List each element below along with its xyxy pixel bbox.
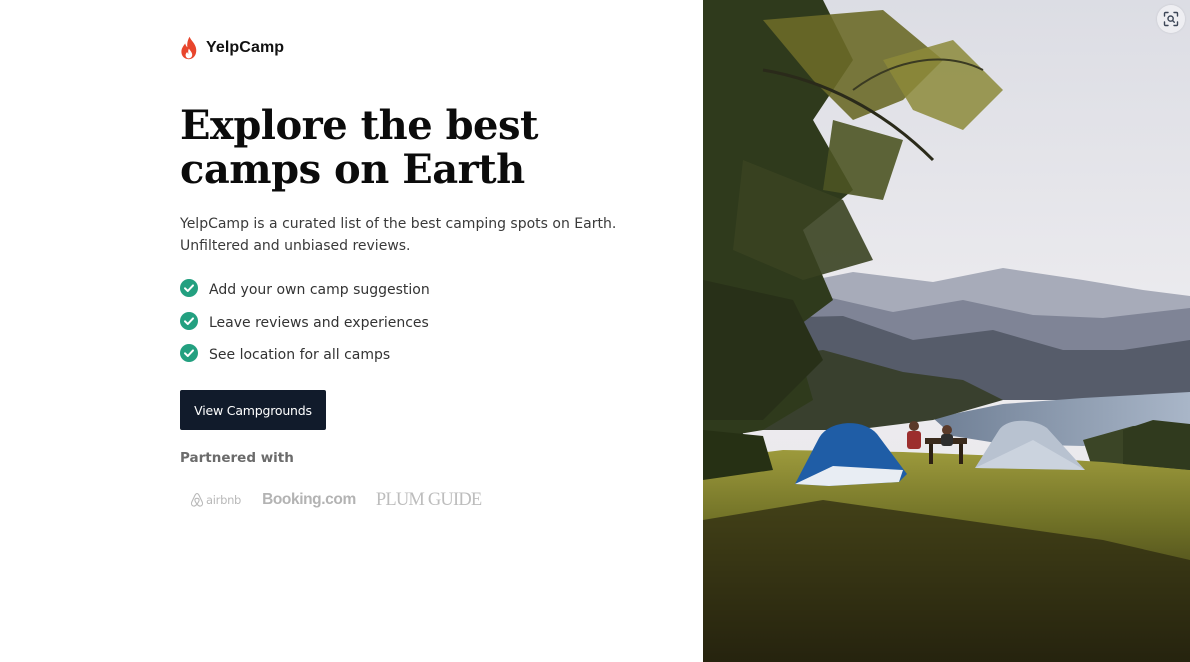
flame-icon xyxy=(181,36,197,60)
airbnb-icon xyxy=(190,492,204,507)
list-item: See location for all camps xyxy=(180,339,430,372)
partners-heading: Partnered with xyxy=(180,450,294,466)
description-line: Unfiltered and unbiased reviews. xyxy=(180,238,411,254)
feature-label: See location for all camps xyxy=(209,347,391,364)
feature-label: Add your own camp suggestion xyxy=(209,282,430,299)
headline-line: Explore the best xyxy=(180,102,538,149)
check-circle-icon xyxy=(180,279,198,298)
description-line: YelpCamp is a curated list of the best c… xyxy=(180,216,617,232)
check-circle-icon xyxy=(180,311,198,330)
visual-search-icon xyxy=(1163,11,1179,27)
booking-logo: Booking.com xyxy=(262,491,356,508)
landing-page: YelpCamp Explore the best camps on Earth… xyxy=(0,0,1190,662)
headline-line: camps on Earth xyxy=(180,146,525,193)
brand-name: YelpCamp xyxy=(206,39,285,56)
visual-search-button[interactable] xyxy=(1157,5,1185,33)
view-campgrounds-button[interactable]: View Campgrounds xyxy=(180,390,326,430)
airbnb-wordmark: airbnb xyxy=(206,493,242,507)
feature-label: Leave reviews and experiences xyxy=(209,314,429,331)
feature-list: Add your own camp suggestion Leave revie… xyxy=(180,274,430,372)
hero-image xyxy=(703,0,1190,662)
page-title: Explore the best camps on Earth xyxy=(180,104,660,192)
plum-guide-logo: PLUM GUIDE xyxy=(375,489,482,510)
list-item: Leave reviews and experiences xyxy=(180,307,430,340)
list-item: Add your own camp suggestion xyxy=(180,274,430,307)
camping-photo xyxy=(703,0,1190,662)
brand-logo[interactable]: YelpCamp xyxy=(180,36,284,60)
description: YelpCamp is a curated list of the best c… xyxy=(180,213,620,257)
check-circle-icon xyxy=(180,344,198,363)
airbnb-logo: airbnb xyxy=(190,492,241,508)
partner-logos: airbnb Booking.com PLUM GUIDE xyxy=(190,486,482,514)
intro-panel: YelpCamp Explore the best camps on Earth… xyxy=(0,0,703,662)
